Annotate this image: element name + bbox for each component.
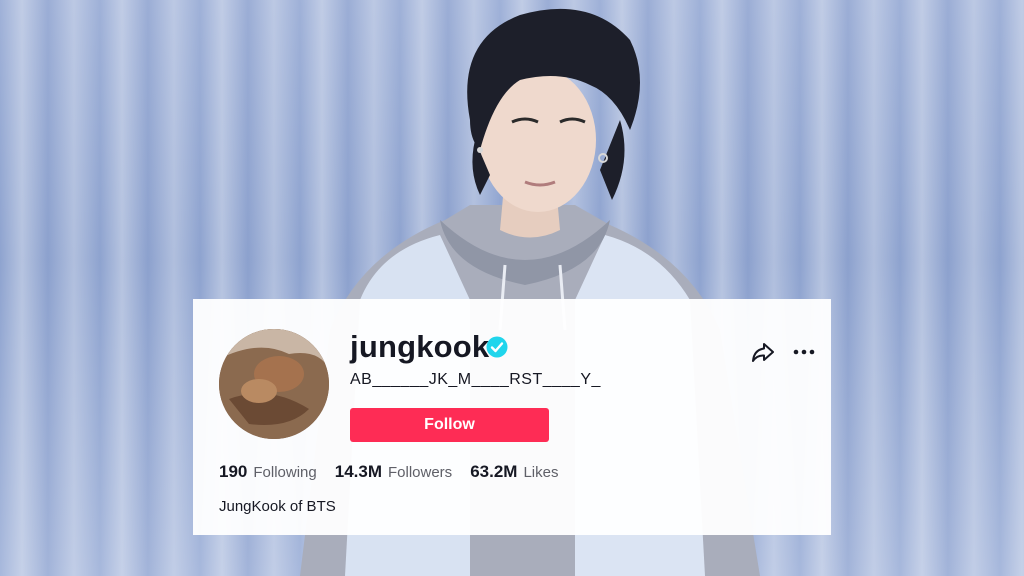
stat-value: 63.2M <box>470 462 518 481</box>
stat-value: 190 <box>219 462 248 481</box>
stat-label: Followers <box>388 464 453 481</box>
stat-followers[interactable]: 14.3M Followers <box>335 462 452 482</box>
verified-check-icon <box>486 336 508 358</box>
profile-stats: 190 Following 14.3M Followers 63.2M Like… <box>219 462 558 482</box>
stat-following[interactable]: 190 Following <box>219 462 317 482</box>
avatar-image <box>219 329 329 439</box>
more-dots-icon[interactable] <box>791 339 817 365</box>
avatar[interactable] <box>219 329 329 439</box>
stat-value: 14.3M <box>334 462 382 481</box>
stat-label: Following <box>253 464 317 481</box>
stat-likes: 63.2M Likes <box>470 462 558 482</box>
share-arrow-icon[interactable] <box>750 339 776 365</box>
profile-username: jungkook <box>350 329 490 364</box>
profile-card: jungkook AB______JK_M____RST____Y_ Follo… <box>193 299 831 535</box>
follow-button[interactable]: Follow <box>350 408 549 442</box>
stat-label: Likes <box>523 464 559 481</box>
profile-nickname: AB______JK_M____RST____Y_ <box>350 371 601 388</box>
profile-bio: JungKook of BTS <box>219 498 336 515</box>
